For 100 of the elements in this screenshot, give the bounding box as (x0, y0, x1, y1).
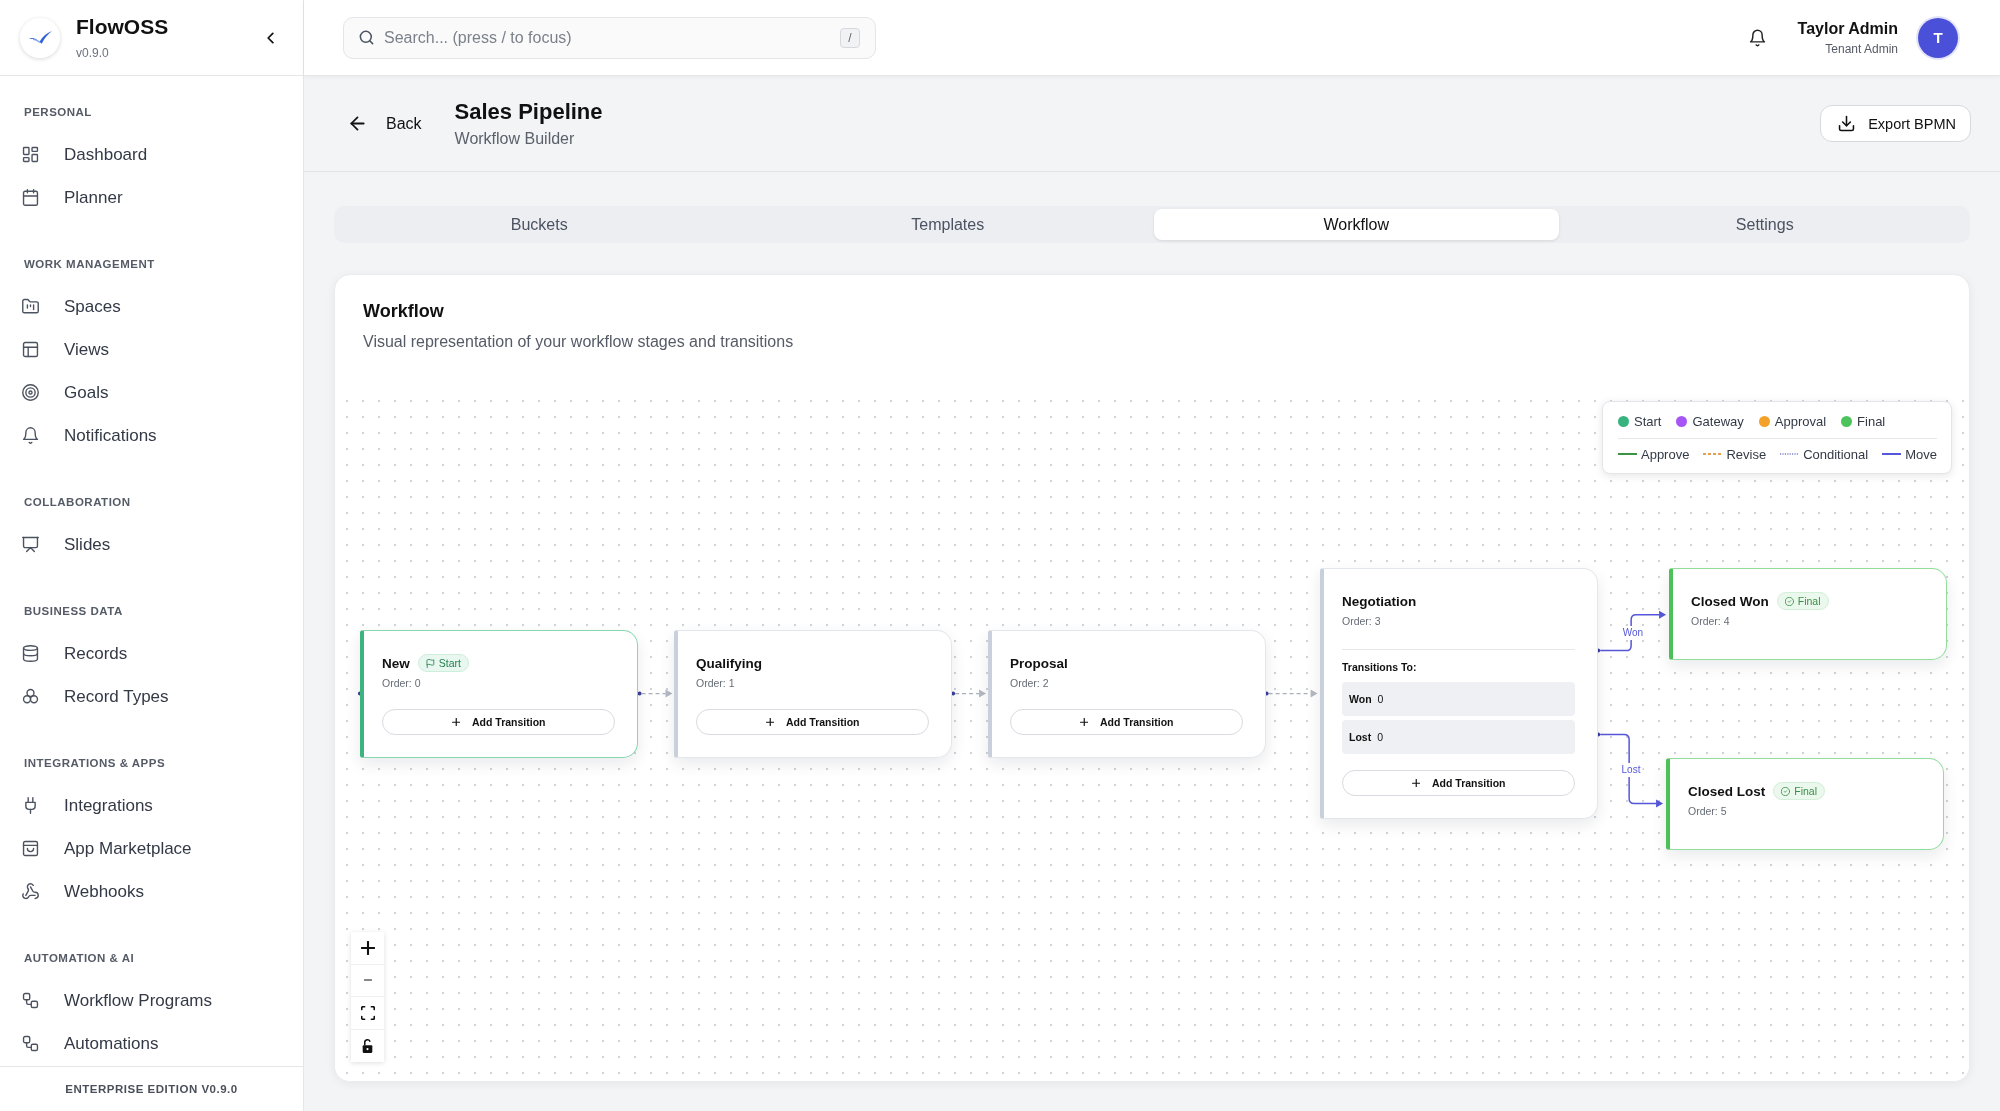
check-circle-icon (1784, 596, 1794, 606)
add-transition-button[interactable]: Add Transition (1342, 770, 1575, 796)
section-heading: BUSINESS DATA (23, 603, 123, 619)
sidebar-item[interactable]: Record Types (0, 675, 303, 718)
plus-icon (765, 717, 774, 727)
stage-node[interactable]: Qualifying Order: 1 Add Transition (674, 630, 952, 758)
unlock-icon (362, 1038, 373, 1053)
connector-arrow (637, 689, 673, 698)
transition-name: Won (1349, 693, 1372, 705)
stage-title: Proposal (1010, 655, 1068, 671)
zoom-in-button[interactable] (351, 932, 384, 965)
target-icon (22, 384, 39, 401)
sidebar-item[interactable]: Integrations (0, 784, 303, 827)
back-button[interactable]: Back (348, 112, 424, 135)
add-transition-button[interactable]: Add Transition (696, 709, 929, 735)
stage-title: Closed Lost (1688, 783, 1766, 799)
user-role: Tenant Admin (1825, 41, 1898, 57)
stage-title: Closed Won (1691, 593, 1769, 609)
fit-view-button[interactable] (351, 997, 384, 1030)
section-heading: COLLABORATION (23, 494, 131, 510)
legend-label: Approve (1641, 446, 1690, 462)
circles-icon (22, 688, 39, 705)
tab[interactable]: Buckets (337, 209, 742, 240)
legend-label: Gateway (1692, 413, 1744, 429)
lock-button[interactable] (351, 1029, 384, 1062)
stage-title: Negotiation (1342, 593, 1417, 609)
tab[interactable]: Workflow (1154, 209, 1559, 240)
order-label: Order: 0 (382, 676, 421, 690)
edge-label: Won (1620, 626, 1646, 640)
workflow-icon (22, 992, 39, 1009)
grid-icon (22, 146, 39, 163)
folder-icon (22, 298, 39, 315)
type-badge: Final (1776, 592, 1829, 610)
download-icon (1838, 115, 1856, 132)
workflow-icon (22, 1035, 39, 1052)
plus-icon (360, 940, 375, 955)
plus-icon (451, 717, 460, 727)
add-transition-button[interactable]: Add Transition (1010, 709, 1243, 735)
tab[interactable]: Settings (1562, 209, 1967, 240)
section-heading: PERSONAL (23, 104, 92, 120)
sidebar-item[interactable]: Dashboard (0, 133, 303, 176)
sidebar-item[interactable]: Records (0, 632, 303, 675)
stage-node[interactable]: Closed Won Final Order: 4 (1669, 568, 1947, 660)
search-icon (359, 30, 374, 45)
page-title: Sales Pipeline (454, 98, 603, 126)
webhook-icon (22, 883, 39, 900)
tab[interactable]: Templates (745, 209, 1150, 240)
sidebar-item[interactable]: Slides (0, 523, 303, 566)
chevron-left-icon (267, 31, 274, 44)
order-label: Order: 3 (1342, 614, 1381, 628)
plug-icon (22, 797, 39, 814)
type-badge: Start (417, 654, 469, 672)
calendar-icon (22, 189, 39, 206)
stage-title: Qualifying (696, 655, 762, 671)
sidebar-item[interactable]: Goals (0, 371, 303, 414)
export-button[interactable]: Export BPMN (1820, 105, 1971, 142)
legend-label: Final (1857, 413, 1886, 429)
collapse-button[interactable] (267, 31, 274, 44)
brand-name: FlowOSS (76, 14, 169, 39)
sidebar-item[interactable]: Automations (0, 1022, 303, 1065)
presentation-icon (22, 536, 39, 553)
plus-icon (1079, 717, 1088, 727)
notifications-button[interactable] (1748, 28, 1766, 47)
layout-icon (22, 341, 39, 358)
sidebar-item[interactable]: Spaces (0, 285, 303, 328)
legend-label: Revise (1726, 446, 1767, 462)
corners-icon (360, 1005, 375, 1020)
section-heading: WORK MANAGEMENT (23, 256, 155, 272)
section-heading: AUTOMATION & AI (23, 950, 135, 966)
order-label: Order: 1 (696, 676, 735, 690)
sidebar-item[interactable]: Workflow Programs (0, 979, 303, 1022)
legend-label: Approval (1774, 413, 1827, 429)
bag-icon (22, 840, 39, 857)
type-badge: Final (1773, 782, 1826, 800)
avatar[interactable]: T (1918, 17, 1958, 58)
database-icon (22, 645, 39, 662)
sidebar-item[interactable]: App Marketplace (0, 827, 303, 870)
sidebar-item[interactable]: Notifications (0, 414, 303, 457)
stage-node[interactable]: Negotiation Order: 3 Transitions To: Won 0 Lost 0 Add Transition (1320, 568, 1598, 819)
stage-node[interactable]: New Start Order: 0 Add Transition (360, 630, 638, 758)
sidebar-item[interactable]: Views (0, 328, 303, 371)
bell-icon (1748, 28, 1766, 47)
transition-count: 0 (1377, 693, 1384, 705)
sidebar-item[interactable]: Webhooks (0, 870, 303, 913)
stage-node[interactable]: Proposal Order: 2 Add Transition (988, 630, 1266, 758)
section-heading: INTEGRATIONS & APPS (23, 755, 166, 771)
transition-count: 0 (1377, 731, 1383, 743)
shortcut-key: / (840, 27, 860, 48)
version-label: v0.9.0 (76, 44, 110, 61)
add-transition-button[interactable]: Add Transition (382, 709, 615, 735)
flag-icon (425, 658, 435, 668)
logo-icon (20, 17, 60, 58)
transition-name: Lost (1349, 731, 1372, 743)
legend-label: Conditional (1803, 446, 1869, 462)
legend-label: Start (1634, 413, 1662, 429)
edition-label: ENTERPRISE EDITION V0.9.0 (65, 1083, 238, 1095)
sidebar-item[interactable]: Planner (0, 176, 303, 219)
stage-node[interactable]: Closed Lost Final Order: 5 (1666, 758, 1944, 850)
stage-title: New (382, 655, 410, 671)
card-description: Visual representation of your workflow stages and transitions (363, 332, 794, 352)
